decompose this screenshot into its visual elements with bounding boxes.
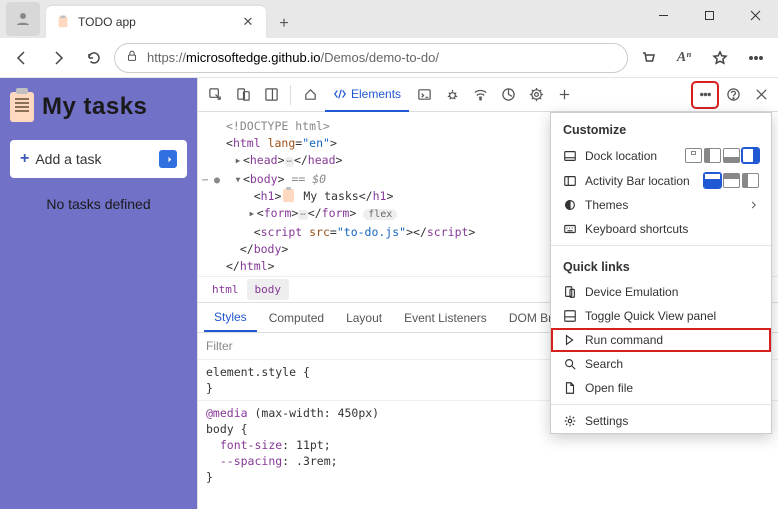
- menu-device-emulation[interactable]: Device Emulation: [551, 280, 771, 304]
- styles-filter-input[interactable]: Filter: [206, 339, 233, 353]
- devtools-more-button[interactable]: [692, 82, 718, 108]
- styles-tab[interactable]: Styles: [204, 303, 257, 332]
- help-icon[interactable]: [720, 82, 746, 108]
- close-devtools-icon[interactable]: [748, 82, 774, 108]
- device-toggle-icon[interactable]: [230, 82, 256, 108]
- debug-icon[interactable]: [439, 82, 465, 108]
- window-maximize[interactable]: [686, 0, 732, 30]
- favorite-icon[interactable]: [704, 42, 736, 74]
- menu-search[interactable]: Search: [551, 352, 771, 376]
- menu-themes[interactable]: Themes: [551, 193, 771, 217]
- site-lock-icon[interactable]: [125, 49, 139, 66]
- address-bar[interactable]: https://microsoftedge.github.io/Demos/de…: [147, 50, 617, 65]
- forward-button[interactable]: [42, 42, 74, 74]
- more-panels-icon[interactable]: [551, 82, 577, 108]
- menu-open-file[interactable]: Open file: [551, 376, 771, 400]
- menu-shortcuts[interactable]: Keyboard shortcuts: [551, 217, 771, 241]
- menu-settings[interactable]: Settings: [551, 409, 771, 433]
- browser-tab[interactable]: TODO app ✕: [46, 6, 266, 38]
- profile-avatar[interactable]: [6, 2, 40, 36]
- menu-heading-customize: Customize: [551, 113, 771, 143]
- dock-undock-icon[interactable]: [685, 148, 702, 163]
- network-icon[interactable]: [467, 82, 493, 108]
- menu-toggle-quickview[interactable]: Toggle Quick View panel: [551, 304, 771, 328]
- menu-activity-bar[interactable]: Activity Bar location: [551, 168, 771, 193]
- elements-tab[interactable]: Elements: [325, 78, 409, 112]
- computed-tab[interactable]: Computed: [259, 303, 334, 332]
- menu-heading-quicklinks: Quick links: [551, 250, 771, 280]
- dock-left-icon[interactable]: [704, 148, 721, 163]
- crumb-html[interactable]: html: [204, 279, 247, 300]
- welcome-icon[interactable]: [297, 82, 323, 108]
- activity-side-icon[interactable]: [742, 173, 759, 188]
- layout-tab[interactable]: Layout: [336, 303, 392, 332]
- refresh-button[interactable]: [78, 42, 110, 74]
- shopping-icon[interactable]: [632, 42, 664, 74]
- memory-icon[interactable]: [523, 82, 549, 108]
- back-button[interactable]: [6, 42, 38, 74]
- new-tab-button[interactable]: +: [270, 10, 298, 38]
- console-icon[interactable]: [411, 82, 437, 108]
- performance-icon[interactable]: [495, 82, 521, 108]
- add-task-card[interactable]: + Add a task: [10, 140, 187, 178]
- close-tab-icon[interactable]: ✕: [240, 14, 256, 30]
- plus-icon: +: [20, 150, 29, 168]
- reader-icon[interactable]: Aⁿ: [668, 42, 700, 74]
- panel-toggle-icon[interactable]: [258, 82, 284, 108]
- page-preview: My tasks + Add a task No tasks defined: [0, 78, 197, 509]
- dock-bottom-icon[interactable]: [723, 148, 740, 163]
- event-listeners-tab[interactable]: Event Listeners: [394, 303, 497, 332]
- menu-run-command[interactable]: Run command: [551, 328, 771, 352]
- app-heading: My tasks: [42, 93, 147, 121]
- menu-dock-location[interactable]: Dock location: [551, 143, 771, 168]
- empty-state-text: No tasks defined: [10, 196, 187, 212]
- crumb-body[interactable]: body: [247, 279, 290, 300]
- activity-top-icon[interactable]: [704, 173, 721, 188]
- activity-left-icon[interactable]: [723, 173, 740, 188]
- submit-arrow-icon[interactable]: [159, 150, 177, 168]
- tab-favicon: [56, 15, 70, 29]
- browser-menu-icon[interactable]: [740, 42, 772, 74]
- dock-right-icon[interactable]: [742, 148, 759, 163]
- window-close[interactable]: [732, 0, 778, 30]
- devtools-customize-menu: Customize Dock location Activity Bar loc…: [550, 112, 772, 434]
- inspect-icon[interactable]: [202, 82, 228, 108]
- add-task-label: Add a task: [35, 151, 101, 167]
- clipboard-icon: [283, 189, 294, 202]
- tab-title: TODO app: [78, 15, 232, 29]
- window-minimize[interactable]: [640, 0, 686, 30]
- clipboard-icon: [10, 92, 34, 122]
